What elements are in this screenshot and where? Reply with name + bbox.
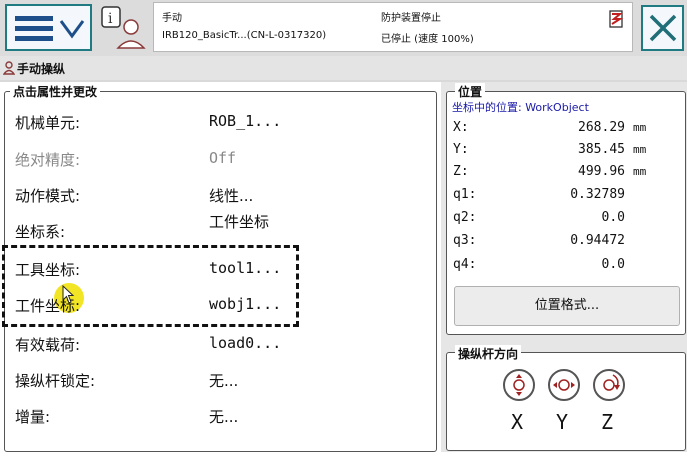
- property-value: 线性...: [209, 187, 254, 205]
- position-label: q1:: [453, 187, 477, 202]
- position-coordinate-subtitle: 坐标中的位置: WorkObject: [452, 101, 589, 114]
- joystick-axis-x-label: X: [511, 410, 524, 434]
- safety-status: 防护装置停止: [381, 13, 441, 24]
- position-label: Y:: [453, 142, 469, 157]
- joystick-axis-z-label: Z: [601, 410, 614, 434]
- close-button[interactable]: [641, 5, 684, 51]
- joystick-x-icon: [503, 369, 535, 401]
- position-format-button[interactable]: 位置格式...: [454, 286, 680, 326]
- property-label: 有效载荷:: [15, 336, 81, 354]
- position-label: q3:: [453, 233, 477, 248]
- status-panel: 手动 IRB120_BasicTr...(CN-L-0317320) 防护装置停…: [153, 2, 633, 52]
- property-label: 绝对精度:: [15, 151, 81, 169]
- program-status: 已停止 (速度 100%): [381, 34, 474, 45]
- property-value: load0...: [209, 334, 282, 352]
- position-value: 0.0: [601, 257, 625, 272]
- property-value: 工件坐标: [209, 213, 270, 231]
- hamburger-icon: [15, 16, 53, 41]
- dashed-annotation-box: [2, 245, 299, 327]
- joystick-y-icon: [548, 369, 580, 401]
- position-row: X: 268.29 mm: [453, 120, 683, 138]
- main-menu-button[interactable]: [5, 4, 92, 51]
- property-value: 无...: [209, 372, 239, 390]
- position-value: 0.0: [601, 210, 625, 225]
- position-label: X:: [453, 120, 469, 135]
- chevron-down-icon: [59, 20, 85, 39]
- position-row: q4: 0.0: [453, 257, 683, 275]
- position-label: Z:: [453, 164, 469, 179]
- position-value: 499.96: [578, 164, 625, 179]
- property-row-coordinate-system[interactable]: 坐标系: 工件坐标: [6, 207, 426, 247]
- position-value: 385.45: [578, 142, 625, 157]
- svg-text:i: i: [108, 11, 113, 27]
- position-value: 0.32789: [570, 187, 625, 202]
- position-label: q4:: [453, 257, 477, 272]
- position-value: 0.94472: [570, 233, 625, 248]
- mouse-cursor-icon: [62, 285, 75, 304]
- property-row-motion-mode[interactable]: 动作模式: 线性...: [6, 177, 426, 210]
- position-row: q1: 0.32789: [453, 187, 683, 205]
- position-unit: mm: [633, 165, 647, 178]
- position-unit: mm: [633, 143, 647, 156]
- close-icon: [649, 14, 677, 42]
- property-row-joystick-lock[interactable]: 操纵杆锁定: 无...: [6, 362, 426, 395]
- property-label: 动作模式:: [15, 187, 81, 205]
- property-label: 坐标系:: [15, 223, 66, 241]
- property-label: 机械单元:: [15, 114, 81, 132]
- position-group-title: 位置: [455, 83, 486, 100]
- position-value: 268.29: [578, 120, 625, 135]
- tab-manual-jogging[interactable]: 手动操纵: [17, 60, 65, 77]
- properties-group-title: 点击属性并更改: [10, 83, 101, 100]
- system-name: IRB120_BasicTr...(CN-L-0317320): [162, 30, 327, 41]
- position-row: Y: 385.45 mm: [453, 142, 683, 160]
- property-row-payload[interactable]: 有效载荷: load0...: [6, 326, 426, 359]
- position-unit: mm: [633, 121, 647, 134]
- tab-row: 手动操纵: [0, 56, 687, 80]
- property-label: 增量:: [15, 408, 51, 426]
- property-value: 无...: [209, 408, 239, 426]
- operating-mode: 手动: [162, 13, 182, 24]
- position-row: q3: 0.94472: [453, 233, 683, 251]
- jogging-icon: [3, 61, 15, 75]
- event-info-button[interactable]: i: [98, 4, 148, 51]
- joystick-z-icon: [593, 369, 625, 401]
- property-value: Off: [209, 149, 237, 167]
- property-value: ROB_1...: [209, 112, 282, 130]
- position-row: q2: 0.0: [453, 210, 683, 228]
- joystick-group-title: 操纵杆方向: [455, 345, 522, 362]
- property-label: 操纵杆锁定:: [15, 372, 96, 390]
- property-row-increment[interactable]: 增量: 无...: [6, 398, 426, 431]
- property-row-absolute-accuracy: 绝对精度: Off: [6, 141, 426, 174]
- position-row: Z: 499.96 mm: [453, 164, 683, 182]
- property-row-mechanical-unit[interactable]: 机械单元: ROB_1...: [6, 104, 426, 137]
- quickset-icon[interactable]: [609, 10, 623, 28]
- joystick-axis-y-label: Y: [556, 410, 569, 434]
- top-bar: i 手动 IRB120_BasicTr...(CN-L-0317320) 防护装…: [0, 0, 687, 56]
- operator-info-icon: i: [101, 6, 146, 49]
- position-label: q2:: [453, 210, 477, 225]
